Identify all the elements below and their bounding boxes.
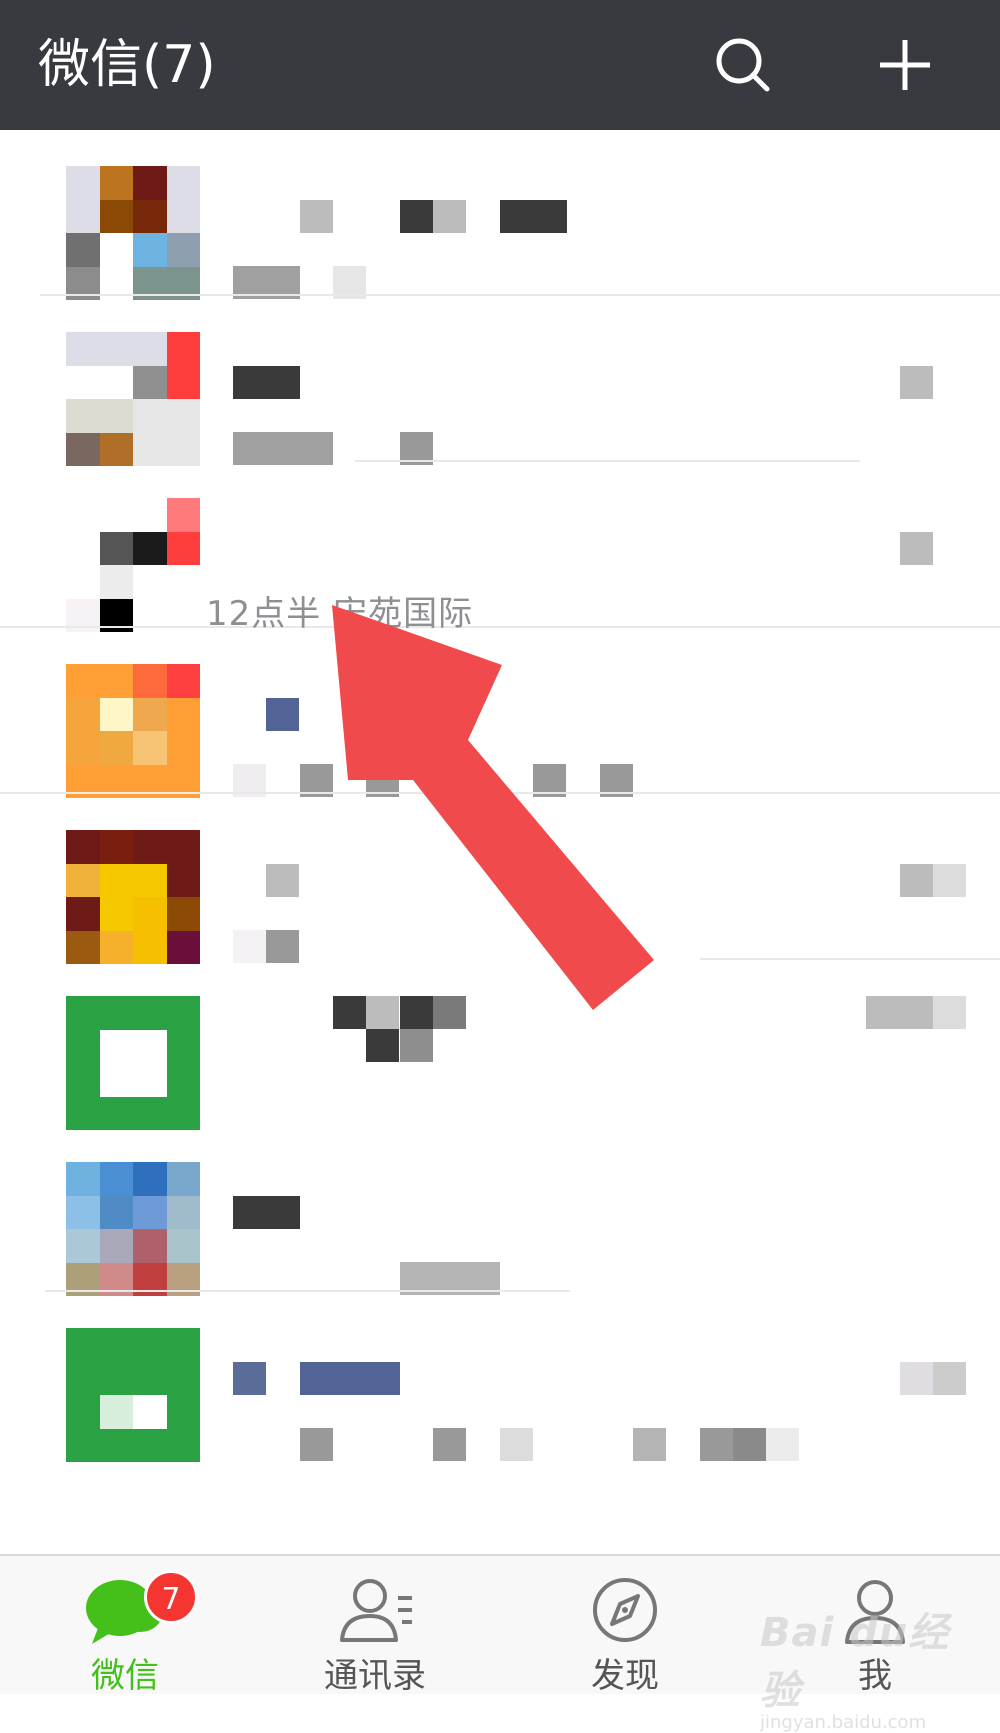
baidu-jingyan-watermark: Bai du经验 jingyan.baidu.com [760,1600,960,1733]
pixelated-message [766,1428,799,1461]
pixelated-name [300,200,333,233]
pixelated-time [900,532,933,565]
pixelated-time [933,996,966,1029]
pixelated-message [266,930,299,963]
pixelated-message [233,432,333,465]
tab-contacts[interactable]: 通讯录 [250,1556,500,1696]
chat-avatar [66,1328,200,1462]
chat-row[interactable] [0,1292,1000,1462]
plus-icon [880,40,930,90]
chat-avatar [66,1162,200,1296]
add-button[interactable] [870,30,940,100]
chat-avatar [66,332,200,466]
chat-avatar [66,166,200,300]
tab-label: 微信 [91,1656,159,1696]
pixelated-name [233,1196,300,1229]
app-title: 微信(7) [38,35,216,95]
pixelated-time [900,1362,933,1395]
pixelated-message [433,1428,466,1461]
pixelated-time [900,864,933,897]
pixelated-name [500,200,567,233]
search-button[interactable] [708,30,778,100]
pixelated-message [633,1428,666,1461]
contacts-icon [340,1579,412,1642]
red-arrow-annotation [332,605,654,1010]
top-bar: 微信(7) [0,0,1000,130]
pixelated-time [900,366,933,399]
chat-row[interactable] [0,130,1000,300]
pixelated-message [300,1428,333,1461]
pixelated-name [366,1029,399,1062]
pixelated-name [300,1362,400,1395]
chat-avatar [66,996,200,1130]
pixelated-name [233,366,300,399]
compass-icon [593,1578,657,1642]
pixelated-name [400,1029,433,1062]
watermark-url: jingyan.baidu.com [760,1712,927,1733]
watermark-text: Bai du经验 [760,1610,950,1714]
pixelated-name [433,200,466,233]
tab-label: 通讯录 [324,1656,426,1696]
tab-wechat[interactable]: 7 微信 [0,1556,250,1696]
chat-avatar [66,664,200,798]
chat-row[interactable] [0,1126,1000,1296]
pixelated-time [866,996,933,1029]
pixelated-time [933,864,966,897]
chat-avatar [66,830,200,964]
tab-label: 发现 [591,1656,659,1696]
pixelated-name [266,698,299,731]
pixelated-message [700,1428,733,1461]
pixelated-time [933,1362,966,1395]
pixelated-message [733,1428,766,1461]
pixelated-name [233,1362,266,1395]
pixelated-name [266,864,299,897]
chat-avatar [66,498,200,632]
unread-badge: 7 [144,1570,198,1624]
chat-row[interactable] [0,296,1000,466]
pixelated-message [233,930,266,963]
search-icon [716,38,770,92]
pixelated-message [500,1428,533,1461]
pixelated-name [400,200,433,233]
tab-discover[interactable]: 发现 [500,1556,750,1696]
